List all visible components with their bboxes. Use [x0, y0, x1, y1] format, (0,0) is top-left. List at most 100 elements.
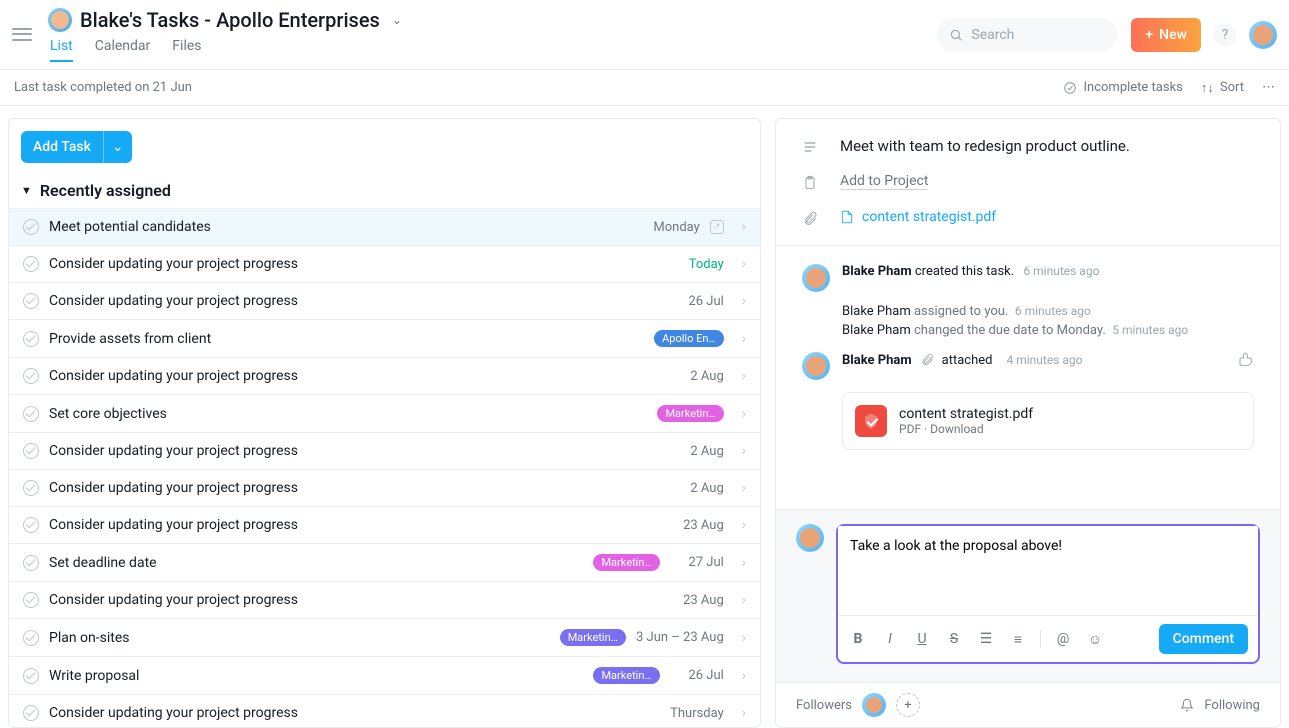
attachment-meta: PDF · Download: [899, 422, 1033, 436]
complete-checkbox[interactable]: [23, 592, 39, 608]
activity-time: 6 minutes ago: [1023, 264, 1099, 278]
subtask-icon[interactable]: ↗: [710, 220, 724, 234]
numbered-list-icon[interactable]: ≡: [1008, 631, 1028, 648]
task-name: Write proposal: [49, 668, 583, 684]
complete-checkbox[interactable]: [23, 406, 39, 422]
add-task-dropdown[interactable]: ⌄: [103, 131, 132, 163]
comment-box: B I U S ☰ ≡ @ ☺ Comment: [836, 524, 1260, 664]
user-avatar[interactable]: [1249, 21, 1277, 49]
task-row[interactable]: Meet potential candidatesMonday↗›: [9, 208, 760, 245]
comment-button[interactable]: Comment: [1159, 624, 1248, 654]
help-button[interactable]: ?: [1213, 23, 1237, 47]
mention-icon[interactable]: @: [1053, 631, 1073, 647]
task-row[interactable]: Consider updating your project progressT…: [9, 245, 760, 282]
complete-checkbox[interactable]: [23, 555, 39, 571]
complete-checkbox[interactable]: [23, 443, 39, 459]
complete-checkbox[interactable]: [23, 705, 39, 721]
more-menu[interactable]: ⋯: [1262, 80, 1275, 95]
complete-checkbox[interactable]: [23, 293, 39, 309]
attachment-card[interactable]: content strategist.pdf PDF · Download: [842, 392, 1254, 450]
task-row[interactable]: Plan on-sitesMarketin…3 Jun – 23 Aug›: [9, 618, 760, 656]
complete-checkbox[interactable]: [23, 256, 39, 272]
section-header[interactable]: ▼ Recently assigned: [9, 175, 760, 208]
following-button[interactable]: Following: [1204, 698, 1260, 713]
attachment-link[interactable]: content strategist.pdf: [862, 209, 996, 225]
tab-calendar[interactable]: Calendar: [95, 38, 151, 62]
plus-icon: +: [1145, 27, 1153, 43]
tab-list[interactable]: List: [50, 38, 73, 62]
complete-checkbox[interactable]: [23, 480, 39, 496]
underline-icon[interactable]: U: [912, 631, 932, 647]
task-row[interactable]: Set deadline dateMarketin…27 Jul›: [9, 543, 760, 581]
follower-avatar[interactable]: [862, 693, 886, 717]
search-input[interactable]: Search: [937, 18, 1117, 52]
add-task-button[interactable]: Add Task: [21, 131, 103, 163]
page-title: Blake's Tasks - Apollo Enterprises: [80, 8, 380, 32]
divider: [776, 245, 1280, 246]
project-tag[interactable]: Apollo En…: [654, 330, 724, 347]
task-row[interactable]: Consider updating your project progress2…: [9, 469, 760, 506]
topbar: Blake's Tasks - Apollo Enterprises ⌄ Lis…: [0, 0, 1289, 70]
bullet-list-icon[interactable]: ☰: [976, 631, 996, 647]
task-row[interactable]: Provide assets from clientApollo En…›: [9, 319, 760, 357]
tab-files[interactable]: Files: [172, 38, 201, 62]
task-name: Consider updating your project progress: [49, 368, 660, 384]
add-to-project-button[interactable]: Add to Project: [840, 173, 928, 190]
avatar: [802, 264, 830, 292]
task-name: Consider updating your project progress: [49, 293, 660, 309]
project-tag[interactable]: Marketin…: [593, 667, 659, 684]
task-row[interactable]: Consider updating your project progress2…: [9, 357, 760, 394]
filter-incomplete[interactable]: Incomplete tasks: [1063, 80, 1182, 95]
sort-icon: ↑↓: [1201, 80, 1214, 96]
search-icon: [949, 28, 963, 42]
activity-subline: Blake Pham assigned to you. 6 minutes ag…: [802, 304, 1254, 319]
avatar: [802, 352, 830, 380]
task-row[interactable]: Write proposalMarketin…26 Jul›: [9, 656, 760, 694]
new-button[interactable]: + New: [1131, 18, 1201, 52]
complete-checkbox[interactable]: [23, 368, 39, 384]
task-row[interactable]: Consider updating your project progress 2…: [9, 432, 760, 469]
task-name: Consider updating your project progress: [49, 443, 660, 459]
task-row[interactable]: Consider updating your project progress2…: [9, 506, 760, 543]
complete-checkbox[interactable]: [23, 331, 39, 347]
project-tag[interactable]: Marketin…: [657, 405, 723, 422]
task-name: Consider updating your project progress: [49, 480, 660, 496]
task-name: Provide assets from client: [49, 331, 644, 347]
menu-icon[interactable]: [12, 25, 32, 45]
strikethrough-icon[interactable]: S: [944, 631, 964, 647]
followers-bar: Followers + Following: [776, 682, 1280, 727]
emoji-icon[interactable]: ☺: [1085, 631, 1105, 648]
complete-checkbox[interactable]: [23, 517, 39, 533]
task-row[interactable]: Set core objectivesMarketin…›: [9, 394, 760, 432]
task-description[interactable]: Meet with team to redesign product outli…: [840, 137, 1130, 155]
complete-checkbox[interactable]: [23, 630, 39, 646]
avatar: [796, 524, 824, 552]
due-date: 2 Aug: [670, 444, 724, 459]
task-name: Meet potential candidates: [49, 219, 636, 235]
project-tag[interactable]: Marketin…: [593, 554, 659, 571]
chevron-right-icon: ›: [734, 368, 746, 384]
attachment-name: content strategist.pdf: [899, 406, 1033, 422]
add-follower-button[interactable]: +: [896, 693, 920, 717]
comment-input[interactable]: [838, 526, 1258, 615]
activity-action: created this task.: [915, 264, 1014, 279]
task-list: Meet potential candidatesMonday↗›Conside…: [9, 208, 760, 727]
complete-checkbox[interactable]: [23, 668, 39, 684]
chevron-right-icon: ›: [734, 517, 746, 533]
task-row[interactable]: Consider updating your project progressT…: [9, 694, 760, 727]
bold-icon[interactable]: B: [848, 631, 868, 647]
sort-button[interactable]: ↑↓ Sort: [1201, 80, 1244, 96]
task-detail-panel: Meet with team to redesign product outli…: [775, 118, 1281, 728]
like-icon[interactable]: [1238, 352, 1254, 368]
check-circle-icon: [1063, 81, 1077, 95]
chevron-down-icon[interactable]: ⌄: [388, 9, 406, 31]
task-row[interactable]: Consider updating your project progress2…: [9, 282, 760, 319]
task-name: Consider updating your project progress: [49, 517, 660, 533]
project-avatar: [48, 8, 72, 32]
project-tag[interactable]: Marketin…: [560, 629, 626, 646]
task-row[interactable]: Consider updating your project progress2…: [9, 581, 760, 618]
complete-checkbox[interactable]: [23, 219, 39, 235]
italic-icon[interactable]: I: [880, 631, 900, 647]
task-name: Set core objectives: [49, 406, 647, 422]
bell-icon: [1180, 698, 1194, 712]
